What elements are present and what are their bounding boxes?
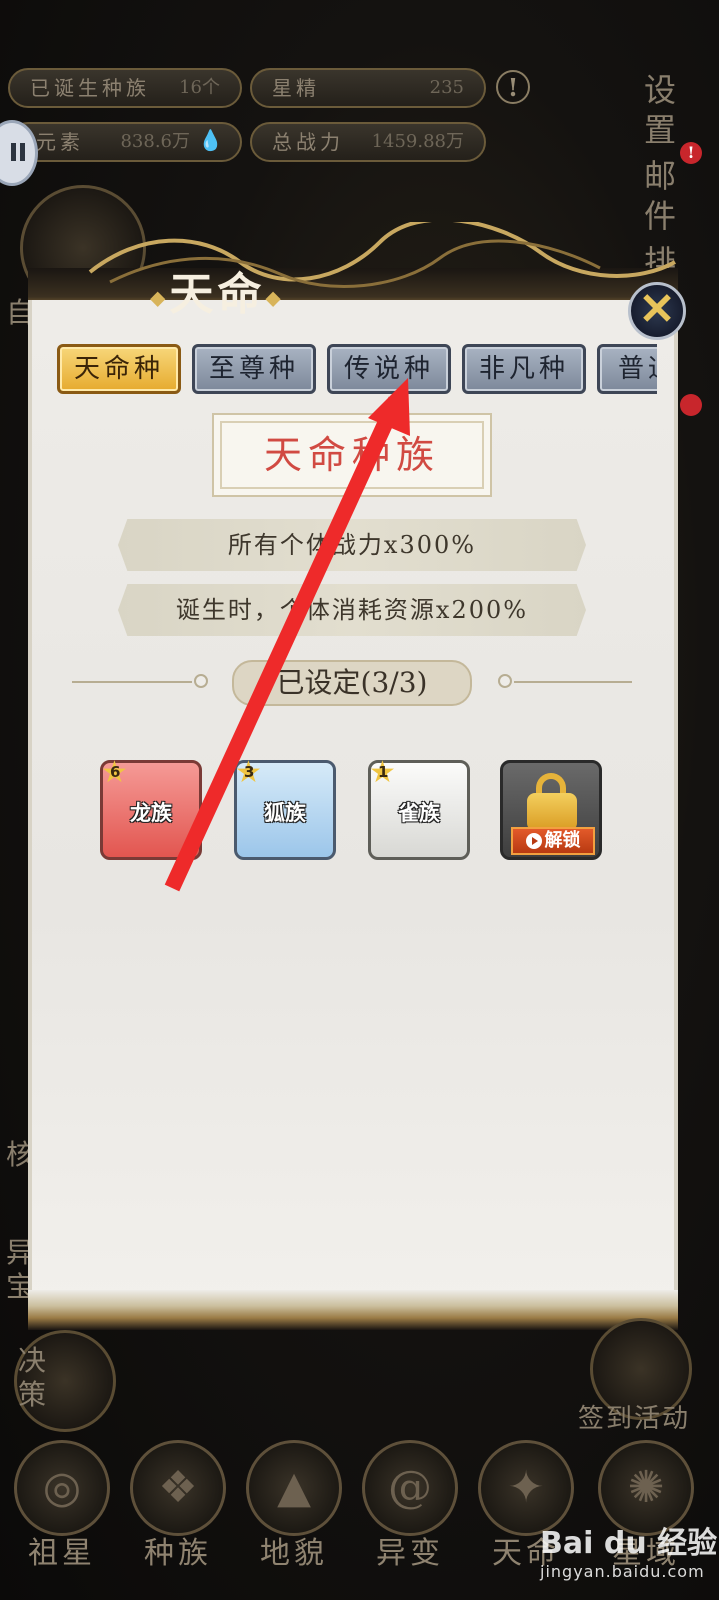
- title-ornament-left-icon: ◆: [150, 285, 170, 310]
- elements-label: 元素: [36, 130, 84, 154]
- set-count-label: 已设定(3/3): [232, 660, 472, 706]
- play-video-icon: [525, 833, 542, 849]
- born-races-label: 已诞生种族: [30, 76, 150, 100]
- effect-power: 所有个体战力x300%: [118, 519, 586, 571]
- baidu-watermark: Bai du 经验 jingyan.baidu.com: [540, 1518, 717, 1581]
- star-count: 3: [244, 763, 255, 781]
- divider-left: [72, 681, 192, 683]
- tab-supreme[interactable]: 至尊种: [192, 344, 316, 394]
- info-exclamation-icon[interactable]: !: [496, 70, 530, 104]
- star-count: 6: [110, 763, 121, 781]
- lock-icon: [527, 793, 577, 831]
- unlock-button[interactable]: 解锁: [511, 827, 595, 855]
- signin-label: 签到活动: [578, 1404, 691, 1434]
- watermark-brand: Bai du 经验: [540, 1526, 718, 1561]
- terrain-icon: ▲: [246, 1440, 342, 1536]
- race-icon: ❖: [130, 1440, 226, 1536]
- water-drop-icon: 💧: [198, 128, 223, 152]
- effect-resource-cost: 诞生时，个体消耗资源x200%: [118, 584, 586, 636]
- divider-knot-left: [194, 674, 208, 688]
- star-essence-stat: 星精 235: [250, 68, 486, 108]
- race-name-plaque: 天命种族: [212, 413, 492, 497]
- born-races-value: 16个: [179, 77, 220, 98]
- total-power-stat: 总战力 1459.88万: [250, 122, 486, 162]
- race-card-fox[interactable]: ★ 3 狐族: [234, 758, 336, 860]
- unlock-label: 解锁: [544, 830, 581, 851]
- side-notification-badge: [680, 394, 702, 416]
- race-card-name: 龙族: [130, 801, 172, 825]
- race-card-name: 雀族: [398, 801, 440, 825]
- star-essence-label: 星精: [272, 76, 320, 100]
- tab-extraordinary[interactable]: 非凡种: [462, 344, 586, 394]
- divider-knot-right: [498, 674, 512, 688]
- close-icon: ✕: [638, 284, 676, 335]
- race-card-sparrow[interactable]: ★ 1 雀族: [368, 758, 470, 860]
- dialog-bottom-border: [28, 1290, 678, 1330]
- nav-label: 祖星: [28, 1536, 96, 1571]
- watermark-url: jingyan.baidu.com: [540, 1562, 705, 1581]
- star-essence-value: 235: [429, 77, 464, 98]
- total-power-label: 总战力: [272, 130, 344, 154]
- nav-item-race[interactable]: ❖ 种族: [124, 1440, 232, 1600]
- total-power-value: 1459.88万: [371, 131, 464, 152]
- race-tier-tabs: 天命种 至尊种 传说种 非凡种 普通种: [57, 344, 657, 396]
- divider-right: [514, 681, 632, 683]
- dialog-title: ◆天命◆: [150, 258, 285, 320]
- mutation-icon: @: [362, 1440, 458, 1536]
- nav-label: 种族: [144, 1536, 212, 1571]
- locked-slot[interactable]: 解锁: [500, 760, 602, 860]
- close-button[interactable]: ✕: [628, 282, 686, 340]
- nav-item-home-star[interactable]: ◎ 祖星: [8, 1440, 116, 1600]
- nav-label: 异变: [376, 1536, 444, 1571]
- nav-label: 地貌: [260, 1536, 328, 1571]
- nav-item-mutation[interactable]: @ 异变: [356, 1440, 464, 1600]
- title-ornament-right-icon: ◆: [265, 285, 285, 310]
- elements-value: 838.6万: [120, 131, 190, 152]
- tab-legend[interactable]: 传说种: [327, 344, 451, 394]
- race-name: 天命种族: [263, 433, 440, 477]
- decision-label: 决策: [18, 1344, 47, 1411]
- nav-item-terrain[interactable]: ▲ 地貌: [240, 1440, 348, 1600]
- settings-label: 设置: [643, 71, 676, 149]
- star-count: 1: [378, 763, 389, 781]
- born-races-stat: 已诞生种族 16个: [8, 68, 242, 108]
- race-card-name: 狐族: [264, 801, 306, 825]
- tab-destiny[interactable]: 天命种: [57, 344, 181, 394]
- race-card-dragon[interactable]: ★ 6 龙族: [100, 758, 202, 860]
- tab-common[interactable]: 普通种: [597, 344, 657, 394]
- planet-icon: ◎: [14, 1440, 110, 1536]
- settings-button[interactable]: 设置: [630, 70, 690, 150]
- dialog-title-text: 天命: [169, 269, 266, 320]
